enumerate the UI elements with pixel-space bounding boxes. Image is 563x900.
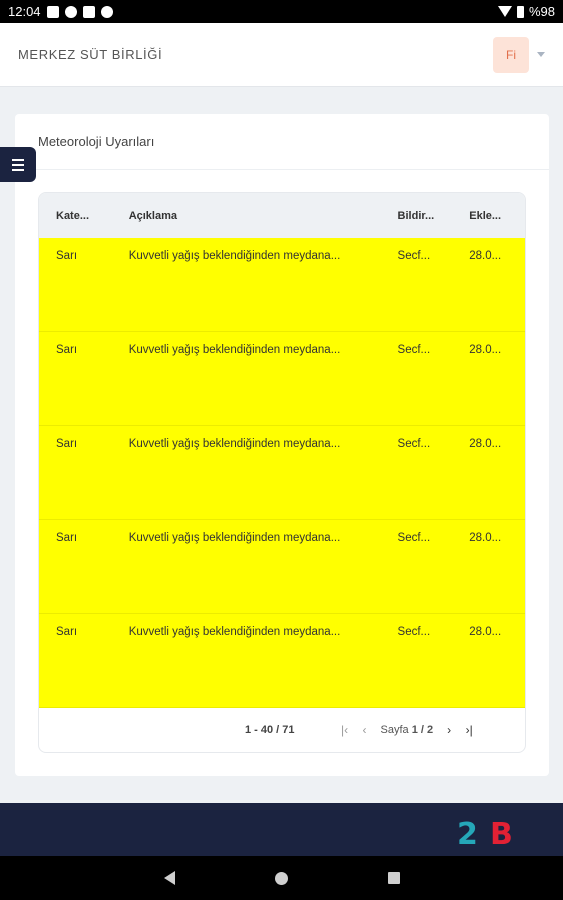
column-header-added[interactable]: Ekle...	[469, 210, 525, 222]
cell-added: 28.0...	[469, 532, 502, 544]
home-icon[interactable]	[274, 871, 288, 885]
page-title: Meteoroloji Uyarıları	[15, 114, 549, 170]
cell-category: Sarı	[56, 344, 78, 356]
column-header-description[interactable]: Açıklama	[129, 210, 398, 222]
page-indicator: Sayfa 1 / 2	[381, 724, 434, 736]
settings-icon	[64, 5, 77, 18]
cell-reporter: Secf...	[397, 438, 431, 450]
first-page-icon[interactable]: |‹	[335, 723, 355, 737]
table-row[interactable]: Sarı Kuvvetli yağış beklendiğinden meyda…	[39, 238, 525, 332]
column-header-reporter[interactable]: Bildir...	[398, 210, 470, 222]
table-row[interactable]: Sarı Kuvvetli yağış beklendiğinden meyda…	[39, 332, 525, 426]
menu-icon-line	[12, 163, 24, 166]
recents-icon[interactable]	[387, 872, 400, 884]
cell-category: Sarı	[56, 532, 78, 544]
table-header: Kate... Açıklama Bildir... Ekle...	[39, 193, 525, 238]
battery-icon	[516, 5, 524, 18]
logo-part-right: B	[490, 817, 513, 852]
user-menu[interactable]: Fi	[493, 36, 545, 73]
cell-added: 28.0...	[469, 438, 502, 450]
cell-reporter: Secf...	[397, 250, 431, 262]
status-time: 12:04	[8, 4, 41, 19]
table-row[interactable]: Sarı Kuvvetli yağış beklendiğinden meyda…	[39, 520, 525, 614]
pagination-range: 1 - 40 / 71	[245, 723, 295, 736]
vpn-icon	[100, 5, 113, 18]
alerts-table: Kate... Açıklama Bildir... Ekle... Sarı …	[38, 192, 526, 753]
pagination: 1 - 40 / 71 |‹ ‹ Sayfa 1 / 2 › ›|	[39, 707, 525, 752]
app-header: MERKEZ SÜT BİRLİĞİ Fi	[0, 23, 563, 87]
next-page-icon[interactable]: ›	[439, 723, 459, 737]
cell-reporter: Secf...	[397, 344, 431, 356]
battery-level: %98	[528, 4, 555, 19]
logo-part-left: 2	[457, 817, 478, 852]
cell-category: Sarı	[56, 626, 78, 638]
cell-description: Kuvvetli yağış beklendiğinden meydana...	[128, 250, 341, 262]
cell-reporter: Secf...	[397, 626, 431, 638]
table-row[interactable]: Sarı Kuvvetli yağış beklendiğinden meyda…	[39, 426, 525, 520]
gallery-icon	[46, 5, 59, 18]
table-row[interactable]: Sarı Kuvvetli yağış beklendiğinden meyda…	[39, 614, 525, 708]
column-header-category[interactable]: Kate...	[39, 210, 129, 222]
page-label: Sayfa	[380, 723, 409, 736]
cell-category: Sarı	[56, 438, 78, 450]
menu-icon	[12, 158, 24, 161]
cell-description: Kuvvetli yağış beklendiğinden meydana...	[128, 438, 341, 450]
prev-page-icon[interactable]: ‹	[355, 723, 375, 737]
chevron-down-icon[interactable]	[537, 52, 545, 57]
footer: 2 B	[0, 803, 563, 856]
app-brand: MERKEZ SÜT BİRLİĞİ	[18, 47, 163, 62]
alerts-card: Meteoroloji Uyarıları Kate... Açıklama B…	[15, 114, 549, 776]
cell-added: 28.0...	[469, 344, 502, 356]
page-value: 1 / 2	[411, 723, 434, 736]
cell-description: Kuvvetli yağış beklendiğinden meydana...	[128, 532, 341, 544]
cell-description: Kuvvetli yağış beklendiğinden meydana...	[128, 626, 341, 638]
cell-reporter: Secf...	[397, 532, 431, 544]
company-logo: 2 B	[457, 811, 533, 852]
menu-toggle-button[interactable]	[0, 147, 36, 182]
back-icon[interactable]	[163, 871, 175, 885]
cell-added: 28.0...	[469, 250, 502, 262]
menu-icon-line	[12, 168, 24, 171]
cell-category: Sarı	[56, 250, 78, 262]
last-page-icon[interactable]: ›|	[459, 723, 479, 737]
wifi-icon	[497, 6, 512, 17]
cell-added: 28.0...	[469, 626, 502, 638]
status-bar: 12:04 %98	[0, 0, 563, 23]
shield-icon	[82, 5, 95, 18]
system-nav-bar	[0, 856, 563, 900]
cell-description: Kuvvetli yağış beklendiğinden meydana...	[128, 344, 341, 356]
avatar[interactable]: Fi	[493, 36, 529, 73]
